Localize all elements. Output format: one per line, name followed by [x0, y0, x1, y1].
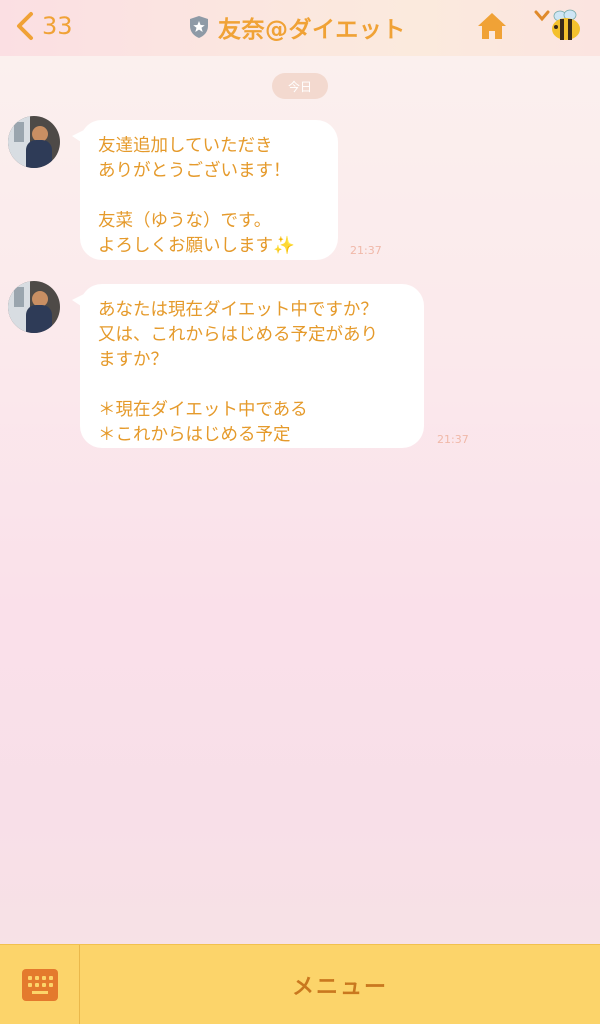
home-icon[interactable] — [476, 10, 508, 42]
keyboard-icon[interactable] — [22, 969, 58, 1001]
message-bubble[interactable]: あなたは現在ダイエット中ですか？ 又は、これからはじめる予定があり ますか？ ＊… — [72, 284, 424, 448]
unread-count: 33 — [42, 12, 73, 40]
avatar[interactable] — [8, 116, 60, 168]
avatar-bg-detail — [14, 122, 24, 142]
avatar-body — [26, 140, 52, 168]
avatar-bg-detail — [14, 287, 24, 307]
date-separator: 今日 — [272, 73, 328, 99]
back-button[interactable]: 33 — [14, 8, 73, 44]
chat-name: 友奈@ダイエット — [218, 17, 406, 43]
message-time: 21:37 — [350, 244, 382, 257]
message-time: 21:37 — [437, 433, 469, 446]
message-bubble[interactable]: 友達追加していただき ありがとうございます！ 友菜（ゆうな）です。 よろしくお願… — [72, 120, 338, 260]
chevron-left-icon — [17, 12, 33, 40]
keyboard-toggle[interactable] — [0, 945, 80, 1024]
shield-star-icon — [190, 16, 208, 38]
bee-icon — [552, 9, 580, 40]
avatar-body — [26, 305, 52, 333]
rich-menu-bar: メニュー — [0, 944, 600, 1024]
chat-header: 33 友奈@ダイエット — [0, 0, 600, 56]
avatar[interactable] — [8, 281, 60, 333]
chat-title[interactable]: 友奈@ダイエット — [188, 9, 406, 45]
menu-button[interactable]: メニュー — [80, 945, 600, 1024]
